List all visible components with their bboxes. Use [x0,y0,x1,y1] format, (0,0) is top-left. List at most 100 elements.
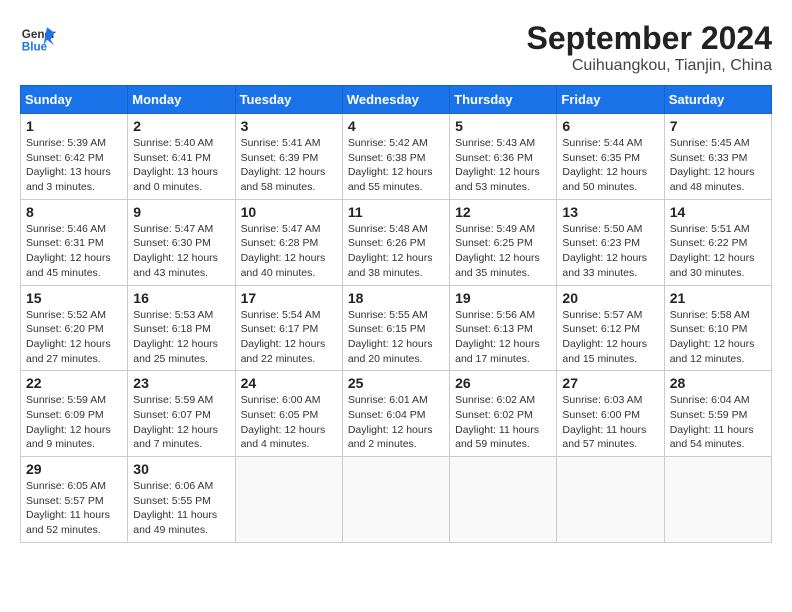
day-number: 2 [133,118,229,134]
day-number: 12 [455,204,551,220]
week-row-5: 29 Sunrise: 6:05 AM Sunset: 5:57 PM Dayli… [21,457,772,543]
calendar-cell: 2 Sunrise: 5:40 AM Sunset: 6:41 PM Daylig… [128,114,235,200]
calendar-cell: 29 Sunrise: 6:05 AM Sunset: 5:57 PM Dayli… [21,457,128,543]
day-info: Sunrise: 5:57 AM Sunset: 6:12 PM Dayligh… [562,308,658,367]
col-header-friday: Friday [557,86,664,114]
calendar-cell: 15 Sunrise: 5:52 AM Sunset: 6:20 PM Dayli… [21,285,128,371]
day-number: 18 [348,290,444,306]
week-row-4: 22Sunrise: 5:59 AM Sunset: 6:09 PM Dayli… [21,371,772,457]
day-number: 5 [455,118,551,134]
day-number: 13 [562,204,658,220]
calendar-cell [235,457,342,543]
calendar-body: 1Sunrise: 5:39 AM Sunset: 6:42 PM Daylig… [21,114,772,543]
location-subtitle: Cuihuangkou, Tianjin, China [527,57,772,75]
day-number: 8 [26,204,122,220]
day-info: Sunrise: 5:56 AM Sunset: 6:13 PM Dayligh… [455,308,551,367]
day-info: Sunrise: 6:05 AM Sunset: 5:57 PM Dayligh… [26,479,122,538]
day-info: Sunrise: 5:51 AM Sunset: 6:22 PM Dayligh… [670,222,766,281]
day-info: Sunrise: 6:04 AM Sunset: 5:59 PM Dayligh… [670,393,766,452]
calendar-cell: 19 Sunrise: 5:56 AM Sunset: 6:13 PM Dayli… [450,285,557,371]
col-header-wednesday: Wednesday [342,86,449,114]
day-number: 10 [241,204,337,220]
day-number: 7 [670,118,766,134]
day-info: Sunrise: 5:46 AM Sunset: 6:31 PM Dayligh… [26,222,122,281]
calendar-cell: 14Sunrise: 5:51 AM Sunset: 6:22 PM Dayli… [664,199,771,285]
col-header-tuesday: Tuesday [235,86,342,114]
day-info: Sunrise: 5:53 AM Sunset: 6:18 PM Dayligh… [133,308,229,367]
day-number: 17 [241,290,337,306]
calendar-cell: 4 Sunrise: 5:42 AM Sunset: 6:38 PM Daylig… [342,114,449,200]
day-number: 3 [241,118,337,134]
day-number: 6 [562,118,658,134]
calendar-cell: 24 Sunrise: 6:00 AM Sunset: 6:05 PM Dayli… [235,371,342,457]
calendar-cell [342,457,449,543]
day-number: 15 [26,290,122,306]
day-info: Sunrise: 5:45 AM Sunset: 6:33 PM Dayligh… [670,136,766,195]
page-header: General Blue September 2024 Cuihuangkou,… [20,20,772,75]
day-number: 20 [562,290,658,306]
week-row-2: 8 Sunrise: 5:46 AM Sunset: 6:31 PM Daylig… [21,199,772,285]
calendar-cell: 13 Sunrise: 5:50 AM Sunset: 6:23 PM Dayli… [557,199,664,285]
calendar-cell: 28 Sunrise: 6:04 AM Sunset: 5:59 PM Dayli… [664,371,771,457]
day-info: Sunrise: 5:40 AM Sunset: 6:41 PM Dayligh… [133,136,229,195]
calendar-cell: 11Sunrise: 5:48 AM Sunset: 6:26 PM Dayli… [342,199,449,285]
day-info: Sunrise: 5:50 AM Sunset: 6:23 PM Dayligh… [562,222,658,281]
day-info: Sunrise: 6:02 AM Sunset: 6:02 PM Dayligh… [455,393,551,452]
day-number: 4 [348,118,444,134]
calendar-cell: 6Sunrise: 5:44 AM Sunset: 6:35 PM Daylig… [557,114,664,200]
calendar-cell: 20 Sunrise: 5:57 AM Sunset: 6:12 PM Dayli… [557,285,664,371]
calendar-table: SundayMondayTuesdayWednesdayThursdayFrid… [20,85,772,543]
calendar-cell: 5 Sunrise: 5:43 AM Sunset: 6:36 PM Daylig… [450,114,557,200]
calendar-cell: 8 Sunrise: 5:46 AM Sunset: 6:31 PM Daylig… [21,199,128,285]
day-number: 16 [133,290,229,306]
month-year-title: September 2024 [527,20,772,57]
day-info: Sunrise: 5:52 AM Sunset: 6:20 PM Dayligh… [26,308,122,367]
calendar-header-row: SundayMondayTuesdayWednesdayThursdayFrid… [21,86,772,114]
day-number: 28 [670,375,766,391]
calendar-cell: 9 Sunrise: 5:47 AM Sunset: 6:30 PM Daylig… [128,199,235,285]
calendar-cell [450,457,557,543]
svg-text:Blue: Blue [22,41,48,54]
day-number: 19 [455,290,551,306]
calendar-cell: 23 Sunrise: 5:59 AM Sunset: 6:07 PM Dayli… [128,371,235,457]
calendar-cell: 25 Sunrise: 6:01 AM Sunset: 6:04 PM Dayli… [342,371,449,457]
day-info: Sunrise: 5:54 AM Sunset: 6:17 PM Dayligh… [241,308,337,367]
day-info: Sunrise: 5:47 AM Sunset: 6:30 PM Dayligh… [133,222,229,281]
calendar-cell: 21 Sunrise: 5:58 AM Sunset: 6:10 PM Dayli… [664,285,771,371]
calendar-cell: 18Sunrise: 5:55 AM Sunset: 6:15 PM Dayli… [342,285,449,371]
calendar-cell: 12 Sunrise: 5:49 AM Sunset: 6:25 PM Dayli… [450,199,557,285]
calendar-cell [557,457,664,543]
day-number: 23 [133,375,229,391]
title-block: September 2024 Cuihuangkou, Tianjin, Chi… [527,20,772,75]
day-number: 21 [670,290,766,306]
day-number: 9 [133,204,229,220]
day-number: 25 [348,375,444,391]
week-row-3: 15 Sunrise: 5:52 AM Sunset: 6:20 PM Dayli… [21,285,772,371]
col-header-saturday: Saturday [664,86,771,114]
day-number: 26 [455,375,551,391]
day-info: Sunrise: 5:49 AM Sunset: 6:25 PM Dayligh… [455,222,551,281]
calendar-cell: 26 Sunrise: 6:02 AM Sunset: 6:02 PM Dayli… [450,371,557,457]
day-info: Sunrise: 5:43 AM Sunset: 6:36 PM Dayligh… [455,136,551,195]
day-info: Sunrise: 6:00 AM Sunset: 6:05 PM Dayligh… [241,393,337,452]
day-info: Sunrise: 6:06 AM Sunset: 5:55 PM Dayligh… [133,479,229,538]
day-info: Sunrise: 5:47 AM Sunset: 6:28 PM Dayligh… [241,222,337,281]
day-number: 22 [26,375,122,391]
calendar-cell [664,457,771,543]
calendar-cell: 7 Sunrise: 5:45 AM Sunset: 6:33 PM Daylig… [664,114,771,200]
calendar-cell: 16 Sunrise: 5:53 AM Sunset: 6:18 PM Dayli… [128,285,235,371]
day-info: Sunrise: 6:03 AM Sunset: 6:00 PM Dayligh… [562,393,658,452]
day-number: 29 [26,461,122,477]
calendar-cell: 22Sunrise: 5:59 AM Sunset: 6:09 PM Dayli… [21,371,128,457]
col-header-sunday: Sunday [21,86,128,114]
day-info: Sunrise: 6:01 AM Sunset: 6:04 PM Dayligh… [348,393,444,452]
day-info: Sunrise: 5:58 AM Sunset: 6:10 PM Dayligh… [670,308,766,367]
day-info: Sunrise: 5:42 AM Sunset: 6:38 PM Dayligh… [348,136,444,195]
calendar-cell: 3Sunrise: 5:41 AM Sunset: 6:39 PM Daylig… [235,114,342,200]
day-info: Sunrise: 5:59 AM Sunset: 6:07 PM Dayligh… [133,393,229,452]
day-number: 24 [241,375,337,391]
day-info: Sunrise: 5:39 AM Sunset: 6:42 PM Dayligh… [26,136,122,195]
logo: General Blue [20,20,56,56]
calendar-cell: 10 Sunrise: 5:47 AM Sunset: 6:28 PM Dayli… [235,199,342,285]
day-info: Sunrise: 5:48 AM Sunset: 6:26 PM Dayligh… [348,222,444,281]
